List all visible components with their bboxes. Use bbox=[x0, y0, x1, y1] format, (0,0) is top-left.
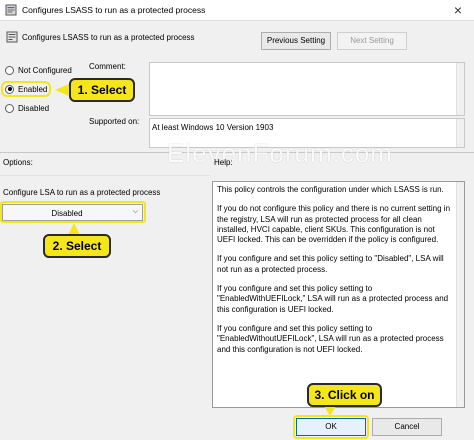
watermark: ElevenForum.com bbox=[167, 138, 393, 168]
help-text-panel[interactable]: This policy controls the configuration u… bbox=[212, 181, 465, 408]
options-caption: Configure LSA to run as a protected proc… bbox=[3, 188, 161, 197]
radio-label: Not Configured bbox=[18, 65, 72, 75]
callout-pointer bbox=[55, 84, 69, 96]
ok-highlight bbox=[293, 415, 369, 439]
next-setting-button[interactable]: Next Setting bbox=[337, 32, 407, 50]
radio-circle[interactable] bbox=[5, 65, 14, 75]
radio-label: Disabled bbox=[18, 103, 50, 113]
window-title: Configures LSASS to run as a protected p… bbox=[22, 5, 206, 15]
callout-step3: 3. Click on bbox=[307, 383, 382, 407]
options-label: Options: bbox=[3, 158, 33, 167]
dropdown-highlight bbox=[0, 201, 146, 223]
radio-disabled[interactable]: Disabled bbox=[5, 102, 49, 114]
policy-name: Configures LSASS to run as a protected p… bbox=[22, 33, 195, 42]
enabled-highlight bbox=[1, 81, 51, 97]
help-label: Help: bbox=[214, 158, 233, 167]
help-paragraph: If you configure and set this policy set… bbox=[217, 323, 444, 354]
help-paragraph: If you configure and set this policy set… bbox=[217, 254, 444, 274]
help-paragraph: This policy controls the configuration u… bbox=[217, 185, 444, 194]
policy-setting-icon bbox=[6, 31, 18, 43]
comment-scrollbar[interactable] bbox=[456, 63, 464, 115]
cancel-button[interactable]: Cancel bbox=[372, 418, 442, 436]
radio-circle[interactable] bbox=[5, 103, 14, 113]
policy-app-icon bbox=[5, 4, 17, 16]
callout-step1: 1. Select bbox=[69, 78, 135, 102]
help-paragraph: If you do not configure this policy and … bbox=[217, 204, 451, 245]
close-icon[interactable]: × bbox=[450, 2, 466, 18]
comment-label: Comment: bbox=[89, 62, 126, 71]
comment-field[interactable] bbox=[149, 62, 465, 116]
radio-not-configured[interactable]: Not Configured bbox=[5, 64, 72, 76]
callout-pointer bbox=[324, 406, 336, 416]
help-paragraph: If you configure and set this policy set… bbox=[217, 284, 449, 314]
supported-on-label: Supported on: bbox=[89, 117, 140, 126]
help-scrollbar[interactable] bbox=[456, 182, 464, 407]
supported-on-value: At least Windows 10 Version 1903 bbox=[152, 123, 274, 132]
previous-setting-button[interactable]: Previous Setting bbox=[261, 32, 331, 50]
callout-step2: 2. Select bbox=[43, 234, 111, 258]
title-bar: Configures LSASS to run as a protected p… bbox=[0, 0, 474, 21]
supported-scrollbar[interactable] bbox=[456, 119, 464, 147]
